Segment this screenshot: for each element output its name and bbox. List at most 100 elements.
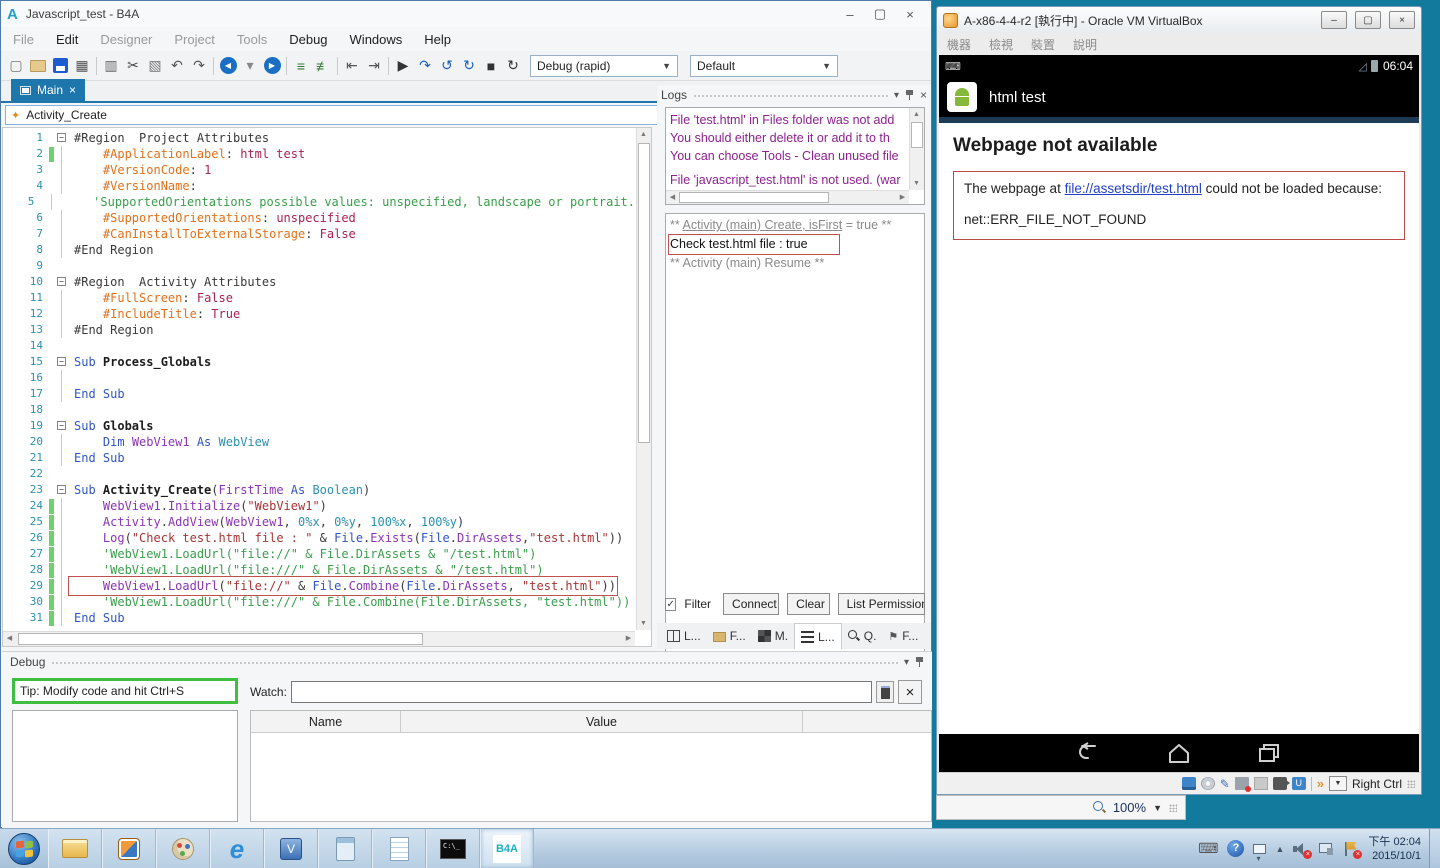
pin-icon[interactable]	[905, 89, 914, 101]
ime-keyboard-icon[interactable]: ⌨	[1198, 840, 1218, 857]
code-line-5[interactable]: 5 'SupportedOrientations possible values…	[3, 194, 635, 210]
help-tray-icon[interactable]: ?	[1227, 840, 1244, 857]
indent-icon[interactable]: ⇥	[363, 55, 385, 77]
pin-icon[interactable]	[915, 656, 924, 668]
taskbar-item-vmware[interactable]	[102, 829, 156, 868]
code-line-31[interactable]: 31End Sub	[3, 610, 635, 626]
panel-menu-icon[interactable]: ▾	[904, 657, 909, 668]
code-line-4[interactable]: 4 #VersionName:	[3, 178, 635, 194]
code-line-8[interactable]: 8#End Region	[3, 242, 635, 258]
paste-icon[interactable]: ▧	[144, 55, 166, 77]
back-caret-icon[interactable]: ▾	[239, 55, 261, 77]
log-horizontal-scrollbar[interactable]: ◀ ▶	[666, 190, 909, 204]
code-line-12[interactable]: 12 #IncludeTitle: True	[3, 306, 635, 322]
vbox-menu-0[interactable]: 機器	[947, 36, 971, 53]
code-line-26[interactable]: 26 Log("Check test.html file : " & File.…	[3, 530, 635, 546]
run-icon[interactable]: ▶	[392, 55, 414, 77]
scroll-up-icon[interactable]: ▲	[637, 128, 650, 141]
menu-item-edit[interactable]: Edit	[56, 32, 78, 47]
outdent-icon[interactable]: ⇤	[341, 55, 363, 77]
menu-item-windows[interactable]: Windows	[350, 32, 403, 47]
panel-tab-search[interactable]: Q.	[842, 623, 883, 649]
panel-tab-logs[interactable]: L...	[794, 623, 842, 649]
vbox-close-button[interactable]: ×	[1389, 11, 1415, 29]
code-line-19[interactable]: 19−Sub Globals	[3, 418, 635, 434]
filter-checkbox[interactable]: ✓	[665, 598, 676, 611]
code-line-30[interactable]: 30 'WebView1.LoadUrl("file:///" & File.C…	[3, 594, 635, 610]
code-line-24[interactable]: 24 WebView1.Initialize("WebView1")	[3, 498, 635, 514]
scroll-left-icon[interactable]: ◀	[3, 632, 16, 645]
editor-vertical-scrollbar[interactable]: ▲ ▼	[636, 128, 651, 630]
list-permissions-button[interactable]: List Permission	[838, 593, 925, 615]
filter-configuration-combo[interactable]: Default▼	[690, 55, 838, 77]
column-header-value[interactable]: Value	[401, 711, 803, 732]
evaluate-button[interactable]	[876, 681, 894, 703]
step-out-icon[interactable]: ↻	[458, 55, 480, 77]
code-line-17[interactable]: 17End Sub	[3, 386, 635, 402]
ide-minimize-button[interactable]: –	[835, 7, 865, 22]
step-over-icon[interactable]: ↺	[436, 55, 458, 77]
menu-item-debug[interactable]: Debug	[289, 32, 327, 47]
code-line-15[interactable]: 15−Sub Process_Globals	[3, 354, 635, 370]
code-line-16[interactable]: 16	[3, 370, 635, 386]
scroll-thumb[interactable]	[638, 143, 650, 443]
panel-menu-icon[interactable]: ▾	[894, 90, 899, 101]
scroll-thumb[interactable]	[679, 192, 829, 203]
menu-item-help[interactable]: Help	[424, 32, 451, 47]
cut-icon[interactable]: ✂	[122, 55, 144, 77]
package-icon[interactable]: ▦	[71, 55, 93, 77]
code-line-11[interactable]: 11 #FullScreen: False	[3, 290, 635, 306]
navigate-back-icon[interactable]: ◀	[217, 55, 239, 77]
code-line-10[interactable]: 10−#Region Activity Attributes	[3, 274, 635, 290]
open-project-icon[interactable]	[27, 55, 49, 77]
network-tray-icon[interactable]	[1318, 842, 1334, 856]
connect-button[interactable]: Connect	[723, 593, 779, 615]
comment-icon[interactable]: ≡	[290, 55, 312, 77]
taskbar-item-paint[interactable]	[156, 829, 210, 868]
taskbar-item-explorer[interactable]	[48, 829, 102, 868]
build-configuration-combo[interactable]: Debug (rapid)▼	[530, 55, 678, 77]
new-file-icon[interactable]: ▢	[5, 55, 27, 77]
menu-item-designer[interactable]: Designer	[100, 32, 152, 47]
watch-input[interactable]	[291, 681, 872, 703]
code-line-7[interactable]: 7 #CanInstallToExternalStorage: False	[3, 226, 635, 242]
language-bar-icon[interactable]	[1253, 844, 1266, 854]
code-line-20[interactable]: 20 Dim WebView1 As WebView	[3, 434, 635, 450]
ide-close-button[interactable]: ×	[895, 7, 925, 22]
uncomment-icon[interactable]: ≢	[312, 55, 334, 77]
vbox-menu-2[interactable]: 裝置	[1031, 36, 1055, 53]
show-desktop-button[interactable]	[1429, 829, 1440, 868]
code-line-14[interactable]: 14	[3, 338, 635, 354]
watch-clear-button[interactable]: ×	[898, 680, 922, 704]
panel-tab-book[interactable]: L...	[661, 623, 707, 649]
menu-item-tools[interactable]: Tools	[237, 32, 267, 47]
code-line-3[interactable]: 3 #VersionCode: 1	[3, 162, 635, 178]
panel-tab-folder[interactable]: F...	[707, 623, 752, 649]
taskbar-clock[interactable]: 下午 02:04 2015/10/1	[1368, 835, 1421, 863]
scroll-up-icon[interactable]: ▲	[910, 108, 923, 121]
scroll-thumb[interactable]	[911, 122, 923, 148]
redo-icon[interactable]: ↷	[188, 55, 210, 77]
vbox-menu-1[interactable]: 檢視	[989, 36, 1013, 53]
chevron-down-icon[interactable]: ▼	[1153, 803, 1162, 813]
code-line-9[interactable]: 9	[3, 258, 635, 274]
scroll-right-icon[interactable]: ▶	[896, 191, 909, 204]
show-hidden-icons[interactable]: ▲	[1275, 844, 1284, 854]
code-line-29[interactable]: 29 WebView1.LoadUrl("file://" & File.Com…	[3, 578, 635, 594]
nav-recents-icon[interactable]	[1255, 741, 1283, 765]
clear-button[interactable]: Clear	[787, 593, 829, 615]
resize-grip[interactable]	[1169, 804, 1177, 812]
panel-close-icon[interactable]: ×	[920, 88, 927, 102]
scroll-left-icon[interactable]: ◀	[666, 191, 679, 204]
save-icon[interactable]	[49, 55, 71, 77]
log-vertical-scrollbar[interactable]: ▲ ▼	[909, 108, 924, 190]
tab-main[interactable]: Main ×	[11, 79, 85, 101]
stop-icon[interactable]: ■	[480, 55, 502, 77]
tab-close-icon[interactable]: ×	[69, 83, 76, 97]
start-button[interactable]	[0, 829, 48, 868]
taskbar-item-calculator[interactable]	[318, 829, 372, 868]
code-line-28[interactable]: 28 'WebView1.LoadUrl("file:///" & File.D…	[3, 562, 635, 578]
log-warnings-box[interactable]: File 'test.html' in Files folder was not…	[665, 107, 925, 205]
action-center-icon[interactable]: ×	[1343, 842, 1359, 856]
menu-item-project[interactable]: Project	[174, 32, 214, 47]
